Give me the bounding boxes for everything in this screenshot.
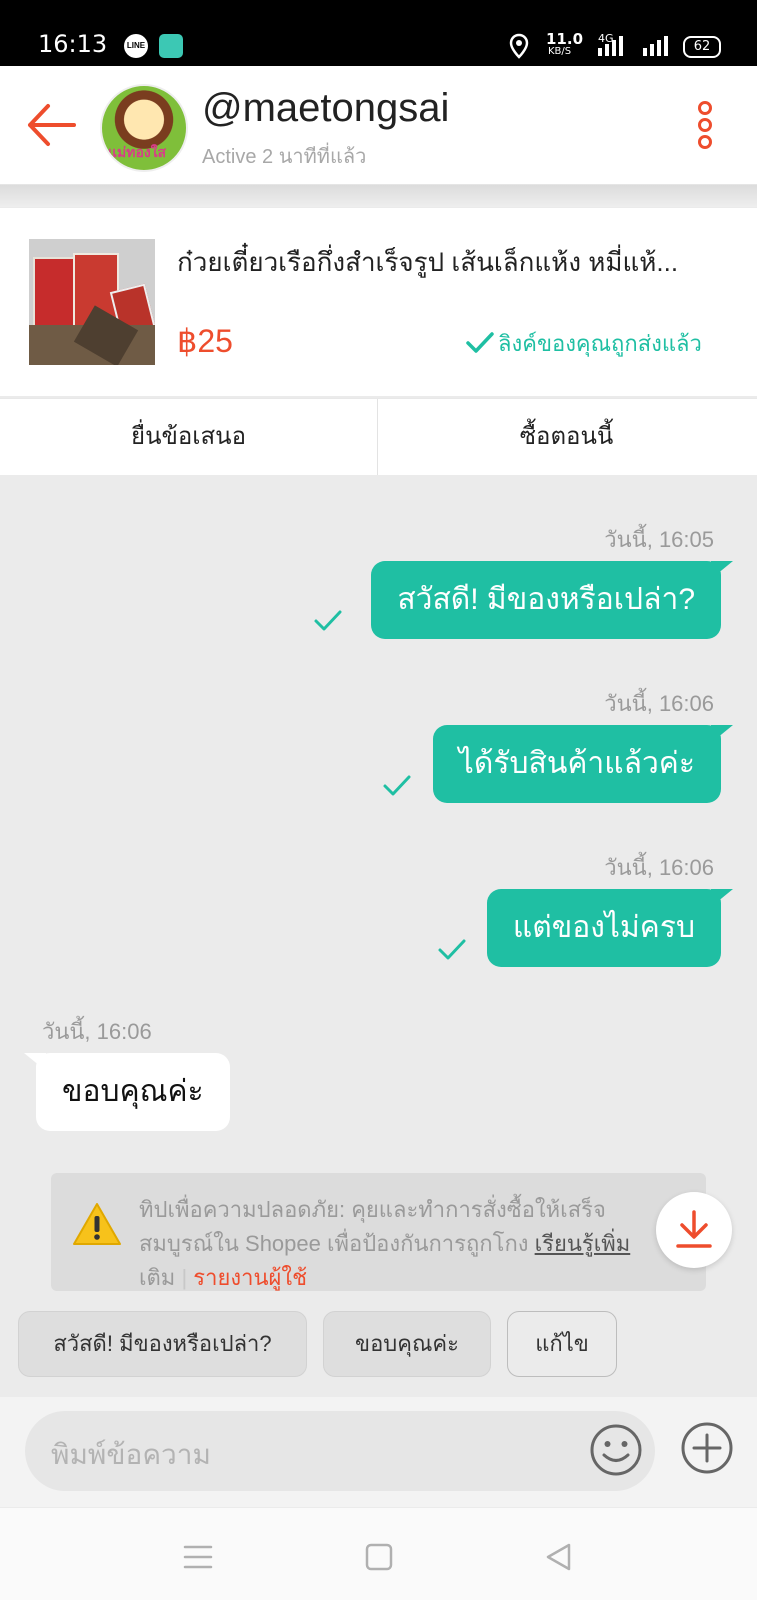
- message-bubble-in[interactable]: ขอบคุณค่ะ: [24, 1053, 230, 1131]
- message-bubble-out[interactable]: สวัสดี! มีของหรือเปล่า?: [371, 561, 733, 639]
- product-title[interactable]: ก๋วยเตี๋ยวเรือกึ่งสำเร็จรูป เส้นเล็กแห้ง…: [177, 242, 737, 283]
- safety-tip-line: สมบูรณ์ใน Shopee เพื่อป้องกันการถูกโกง: [139, 1231, 535, 1256]
- message-text: ได้รับสินค้าแล้วค่ะ: [458, 747, 695, 780]
- safety-tip-line: เติม: [139, 1265, 176, 1290]
- app-notification-icon: [159, 34, 183, 58]
- sent-check-icon: [383, 775, 411, 796]
- avatar[interactable]: แม่ทองใส: [100, 84, 188, 172]
- message-input-bar: พิมพ์ข้อความ: [0, 1397, 757, 1507]
- message-text: สวัสดี! มีของหรือเปล่า?: [397, 583, 695, 616]
- system-navigation-bar: [0, 1508, 757, 1600]
- line-app-icon: LINE: [124, 34, 148, 58]
- check-icon: [466, 332, 494, 353]
- battery-icon: 62: [683, 36, 721, 58]
- scroll-to-bottom-button[interactable]: [656, 1192, 732, 1268]
- avatar-label: แม่ทองใส: [108, 144, 167, 160]
- message-timestamp: วันนี้, 16:06: [604, 855, 714, 880]
- message-bubble-out[interactable]: ได้รับสินค้าแล้วค่ะ: [432, 725, 733, 803]
- safety-tip-banner: ทิปเพื่อความปลอดภัย: คุยและทำการสั่งซื้อ…: [51, 1173, 706, 1291]
- separator: |: [181, 1265, 188, 1290]
- more-options-icon[interactable]: [693, 100, 717, 150]
- message-timestamp: วันนี้, 16:06: [42, 1019, 152, 1044]
- edit-quick-replies-button[interactable]: แก้ไข: [507, 1311, 617, 1377]
- chat-header: แม่ทองใส @maetongsai Active 2 นาทีที่แล้…: [0, 66, 757, 185]
- message-timestamp: วันนี้, 16:06: [604, 691, 714, 716]
- status-time: 16:13: [38, 30, 108, 58]
- message-text: แต่ของไม่ครบ: [512, 911, 695, 944]
- message-bubble-out[interactable]: แต่ของไม่ครบ: [486, 889, 733, 967]
- product-actions: ยื่นข้อเสนอ ซื้อตอนนี้: [0, 398, 757, 475]
- add-attachment-icon[interactable]: [678, 1419, 736, 1477]
- emoji-icon[interactable]: [587, 1421, 645, 1479]
- safety-tip-text: ทิปเพื่อความปลอดภัย: คุยและทำการสั่งซื้อ…: [139, 1193, 679, 1291]
- quick-reply-chip[interactable]: สวัสดี! มีของหรือเปล่า?: [18, 1311, 307, 1377]
- report-user-link[interactable]: รายงานผู้ใช้: [193, 1265, 307, 1290]
- warning-icon: [73, 1203, 121, 1245]
- menu-nav-icon[interactable]: [183, 1543, 213, 1571]
- message-input[interactable]: พิมพ์ข้อความ: [25, 1411, 655, 1491]
- header-divider: [0, 185, 757, 207]
- learn-more-link[interactable]: เรียนรู้เพิ่ม: [535, 1231, 631, 1256]
- message-timestamp: วันนี้, 16:05: [604, 527, 714, 552]
- product-price: ฿25: [177, 323, 233, 359]
- active-status: Active 2 นาทีที่แล้ว: [202, 146, 367, 168]
- safety-tip-line: ทิปเพื่อความปลอดภัย: คุยและทำการสั่งซื้อ…: [139, 1197, 606, 1222]
- product-thumbnail[interactable]: [29, 239, 155, 365]
- network-speed-unit: KB/S: [548, 46, 572, 57]
- quick-reply-chip[interactable]: ขอบคุณค่ะ: [323, 1311, 491, 1377]
- make-offer-button[interactable]: ยื่นข้อเสนอ: [0, 399, 377, 475]
- back-arrow-icon[interactable]: [26, 102, 76, 148]
- status-bar: 16:13 LINE 11.0 KB/S 4G 62: [0, 0, 757, 66]
- chat-username[interactable]: @maetongsai: [202, 86, 449, 131]
- download-arrow-icon: [676, 1210, 712, 1248]
- link-sent-status: ลิงค์ของคุณถูกส่งแล้ว: [498, 331, 702, 356]
- product-card[interactable]: ก๋วยเตี๋ยวเรือกึ่งสำเร็จรูป เส้นเล็กแห้ง…: [0, 208, 757, 396]
- home-nav-icon[interactable]: [365, 1542, 393, 1572]
- buy-now-button[interactable]: ซื้อตอนนี้: [378, 399, 755, 475]
- message-text: ขอบคุณค่ะ: [62, 1075, 204, 1108]
- sent-check-icon: [438, 939, 466, 960]
- message-input-placeholder: พิมพ์ข้อความ: [51, 1439, 211, 1470]
- sent-check-icon: [314, 610, 342, 631]
- back-nav-icon[interactable]: [544, 1542, 572, 1572]
- location-icon: [509, 33, 529, 59]
